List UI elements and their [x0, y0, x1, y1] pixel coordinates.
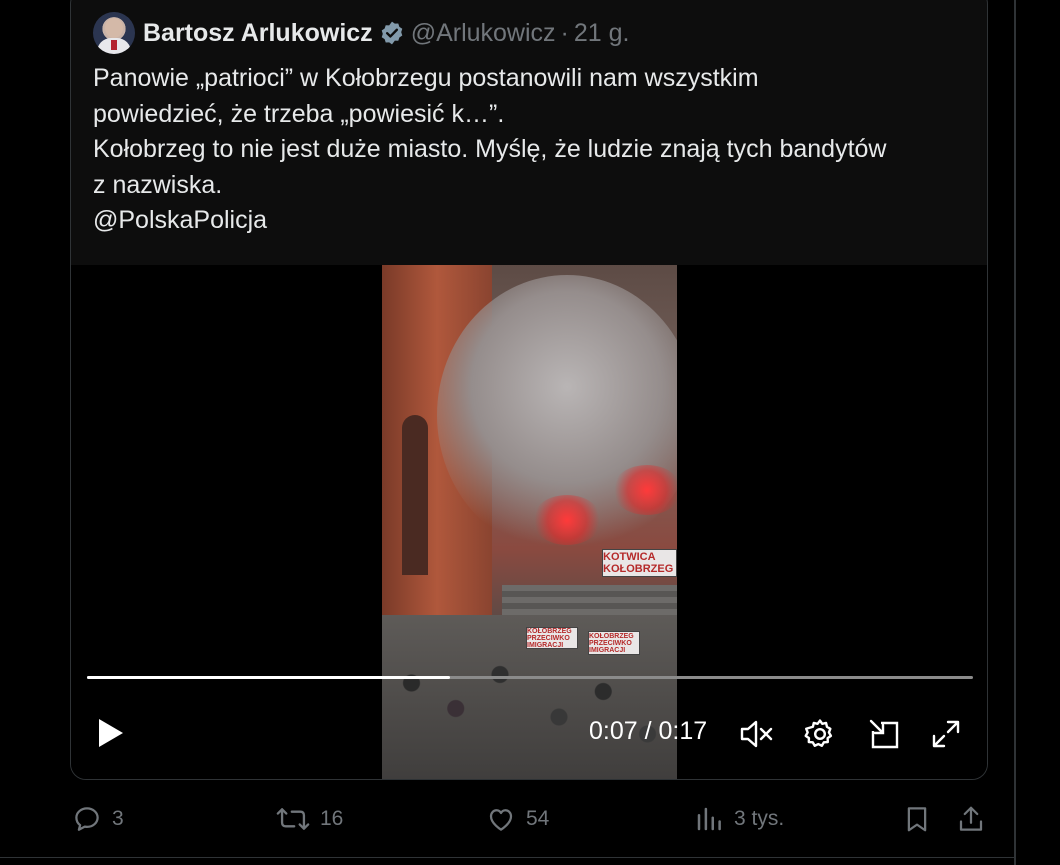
tweet-text: Panowie „patrioci” w Kołobrzegu postanow…: [93, 61, 973, 239]
picture-in-picture-button[interactable]: [867, 717, 901, 751]
video-controls: 0:07 / 0:17: [71, 711, 987, 755]
tweet-text-line: Kołobrzeg to nie jest duże miasto. Myślę…: [93, 135, 887, 163]
bookmark-button[interactable]: [902, 804, 932, 834]
muted-speaker-icon: [740, 720, 773, 748]
repost-count: 16: [320, 807, 344, 830]
play-icon: [99, 719, 123, 747]
like-count: 54: [526, 807, 550, 830]
author-row: Bartosz Arlukowicz @Arlukowicz · 21 g.: [93, 9, 629, 57]
expand-icon: [932, 720, 960, 748]
separator-dot: ·: [560, 18, 569, 47]
speech-bubble-icon: [75, 807, 99, 831]
author-name[interactable]: Bartosz Arlukowicz: [143, 19, 373, 48]
quoted-tweet-card[interactable]: Bartosz Arlukowicz @Arlukowicz · 21 g. P…: [70, 0, 988, 780]
tweet-text-line: z nazwiska.: [93, 170, 223, 199]
reply-button[interactable]: 3: [72, 804, 124, 834]
like-button[interactable]: 54: [486, 804, 549, 834]
tweet-text-line: powiedzieć, że trzeba „powiesić k…”.: [93, 99, 505, 128]
repost-button[interactable]: 16: [276, 804, 343, 834]
view-count: 3 tys.: [734, 807, 785, 830]
picture-in-picture-icon: [869, 719, 899, 749]
video-frame[interactable]: KOTWICA KOŁOBRZEG KOŁOBRZEG PRZECIWKO IM…: [382, 265, 677, 779]
play-button[interactable]: [93, 715, 127, 751]
views-button[interactable]: 3 tys.: [694, 804, 784, 834]
tweet-actions: 3 16 54 3 tys.: [70, 800, 990, 844]
protest-banner: KOTWICA KOŁOBRZEG: [602, 549, 677, 577]
video-progress-fill: [87, 676, 451, 679]
protest-banner: KOŁOBRZEG PRZECIWKO IMIGRACJI: [588, 631, 640, 655]
tweet-text-line: Panowie „patrioci” w Kołobrzegu postanow…: [93, 64, 759, 92]
author-handle[interactable]: @Arlukowicz: [411, 19, 556, 48]
avatar[interactable]: [93, 12, 135, 54]
mute-button[interactable]: [739, 717, 773, 751]
settings-button[interactable]: [803, 717, 837, 751]
video-player[interactable]: KOTWICA KOŁOBRZEG KOŁOBRZEG PRZECIWKO IM…: [71, 265, 987, 779]
bookmark-icon: [907, 807, 927, 832]
share-upload-icon: [959, 806, 983, 831]
mention-link[interactable]: @PolskaPolicja: [93, 203, 973, 239]
reply-count: 3: [112, 807, 124, 830]
heart-icon: [489, 809, 513, 831]
bar-chart-icon: [697, 807, 721, 831]
share-button[interactable]: [956, 804, 986, 834]
video-progress-bar[interactable]: [87, 676, 973, 679]
verified-badge-icon: [379, 20, 405, 46]
post-time[interactable]: 21 g.: [574, 19, 630, 48]
gear-icon: [804, 719, 833, 747]
row-divider: [0, 857, 1016, 858]
column-divider: [1014, 0, 1016, 865]
protest-banner: KOŁOBRZEG PRZECIWKO IMIGRACJI: [526, 627, 578, 649]
video-time: 0:07 / 0:17: [589, 717, 708, 745]
fullscreen-button[interactable]: [929, 717, 963, 751]
repost-icon: [276, 808, 310, 830]
